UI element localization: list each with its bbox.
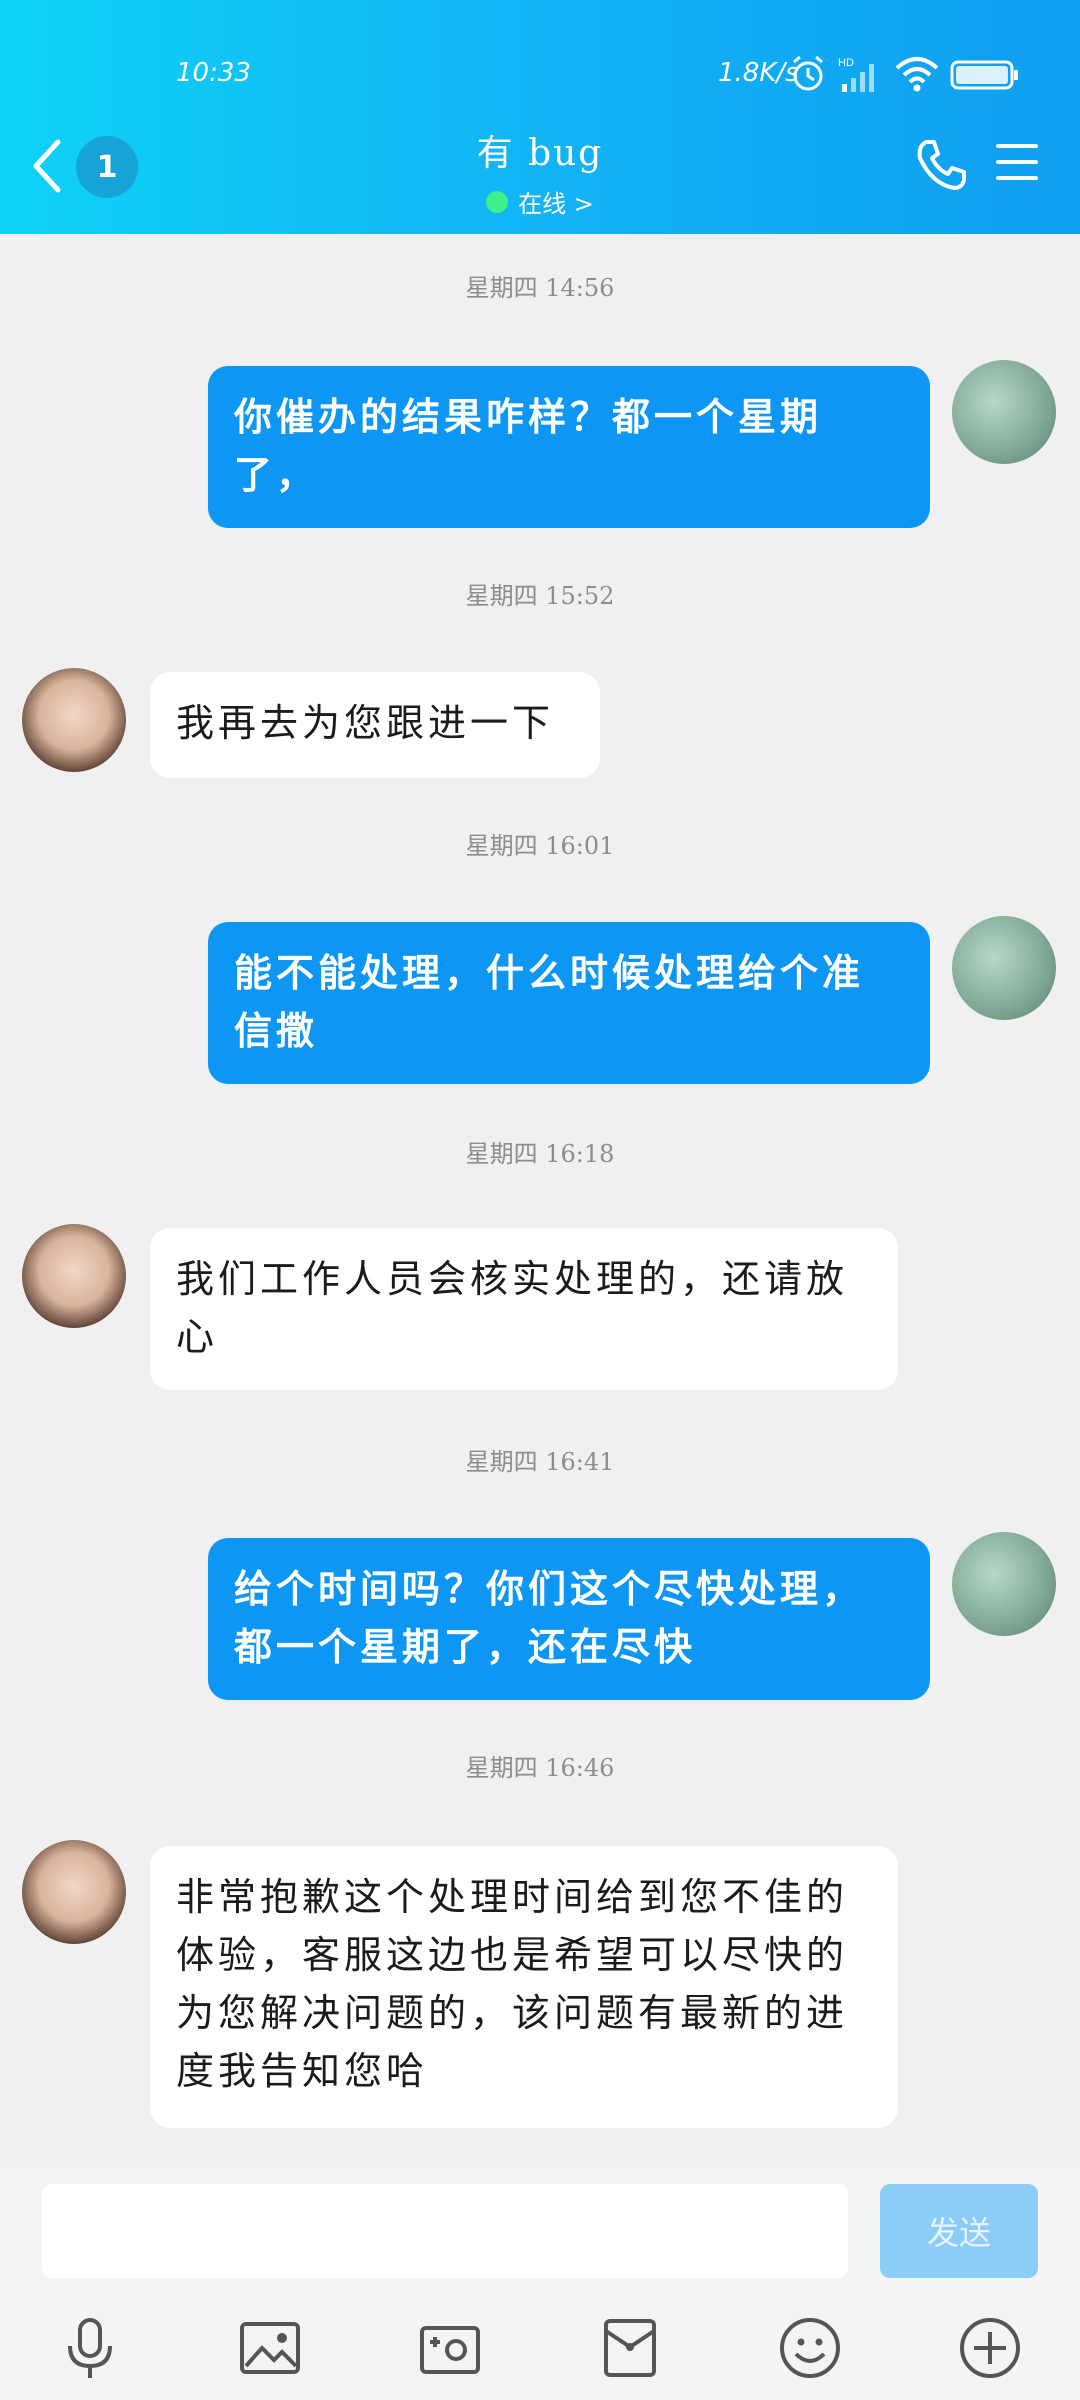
my-avatar[interactable]: [952, 360, 1056, 464]
status-time: 10:33: [176, 58, 251, 88]
message-bubble-outgoing[interactable]: 能不能处理，什么时候处理给个准信撒: [208, 922, 930, 1084]
message-bubble-incoming[interactable]: 我们工作人员会核实处理的，还请放心: [150, 1228, 898, 1390]
message-timestamp: 星期四 14:56: [465, 274, 615, 302]
message-bubble-outgoing[interactable]: 你催办的结果咋样？都一个星期了，: [208, 366, 930, 528]
status-bar: 10:33 1.8K/s HD: [0, 52, 1080, 100]
back-chevron-icon: [33, 139, 61, 193]
agent-avatar[interactable]: [22, 1840, 126, 1944]
message-bubble-incoming[interactable]: 非常抱歉这个处理时间给到您不佳的体验，客服这边也是希望可以尽快的为您解决问题的，…: [150, 1846, 898, 2128]
message-timestamp: 星期四 16:01: [465, 832, 615, 860]
message-timestamp: 星期四 16:46: [465, 1754, 615, 1782]
my-avatar[interactable]: [952, 1532, 1056, 1636]
image-icon[interactable]: [230, 2308, 310, 2388]
agent-avatar[interactable]: [22, 1224, 126, 1328]
message-bubble-outgoing[interactable]: 给个时间吗？你们这个尽快处理，都一个星期了，还在尽快: [208, 1538, 930, 1700]
agent-avatar[interactable]: [22, 668, 126, 772]
alarm-icon: [793, 55, 823, 91]
chat-title[interactable]: 有 bug 在线 >: [340, 124, 740, 219]
chat-header: 10:33 1.8K/s HD 1 有 bug 在线 >: [0, 0, 1080, 234]
red-packet-icon[interactable]: [590, 2308, 670, 2388]
chat-toolbar: [0, 2308, 1080, 2398]
back-button[interactable]: 1: [30, 130, 140, 210]
message-timestamp: 星期四 15:52: [465, 582, 615, 610]
input-area: 发送: [0, 2168, 1080, 2400]
online-dot-icon: [486, 190, 509, 213]
message-input[interactable]: [42, 2184, 848, 2278]
presence-label: 在线 >: [518, 190, 594, 218]
menu-icon[interactable]: [994, 142, 1040, 182]
message-bubble-incoming[interactable]: 我再去为您跟进一下: [150, 672, 600, 778]
unread-count-badge: 1: [76, 136, 138, 198]
message-timestamp: 星期四 16:18: [465, 1140, 615, 1168]
network-speed: 1.8K/s: [718, 58, 799, 88]
presence-status[interactable]: 在线 >: [340, 184, 740, 219]
camera-icon[interactable]: [410, 2308, 490, 2388]
signal-icon: HD: [838, 57, 874, 92]
battery-icon: [950, 60, 1018, 90]
emoji-icon[interactable]: [770, 2308, 850, 2388]
wifi-icon: [895, 57, 939, 92]
plus-icon[interactable]: [950, 2308, 1030, 2388]
send-button[interactable]: 发送: [880, 2184, 1038, 2278]
contact-name: 有 bug: [476, 133, 604, 174]
chat-messages[interactable]: 星期四 14:56 你催办的结果咋样？都一个星期了， 星期四 15:52 我再去…: [0, 234, 1080, 2168]
svg-text:HD: HD: [838, 57, 854, 69]
phone-icon[interactable]: [912, 136, 968, 192]
my-avatar[interactable]: [952, 916, 1056, 1020]
microphone-icon[interactable]: [50, 2308, 130, 2388]
message-timestamp: 星期四 16:41: [465, 1448, 615, 1476]
